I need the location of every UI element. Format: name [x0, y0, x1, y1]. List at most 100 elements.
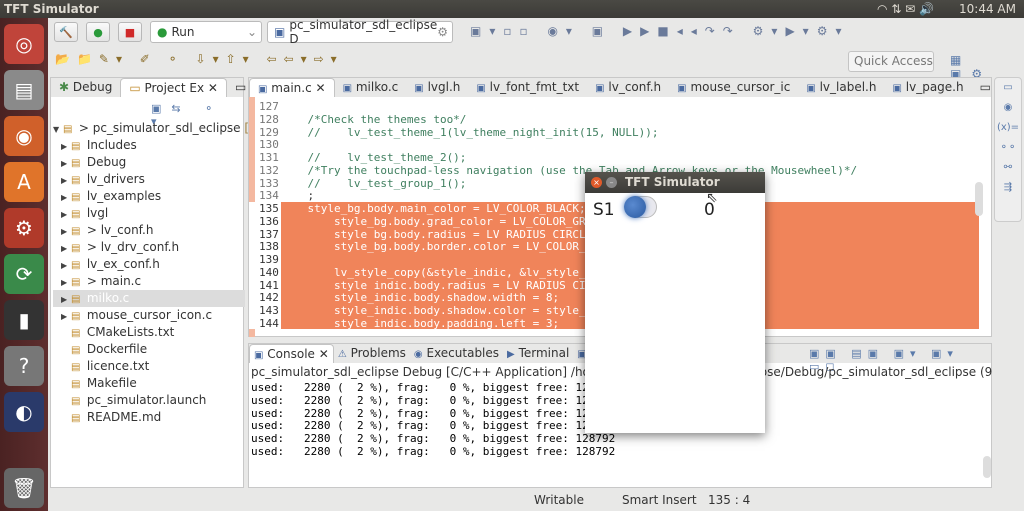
ubuntu-dash-icon[interactable]: ◎ — [4, 24, 44, 64]
terminal-icon[interactable]: ▮ — [4, 300, 44, 340]
tree-item-label: > lv_conf.h — [86, 223, 154, 237]
switch-knob[interactable] — [624, 196, 646, 218]
line-number: 128 — [259, 112, 279, 126]
console-tab[interactable]: ▶ Terminal — [503, 344, 573, 363]
expand-right-icon[interactable]: ▶ — [61, 223, 71, 240]
expand-down-icon[interactable]: ▼ — [53, 121, 63, 138]
close-icon[interactable]: ✕ — [316, 81, 326, 95]
console-tab[interactable]: ⚠ Problems — [334, 344, 410, 363]
tree-item[interactable]: ▶ ▤ mouse_cursor_icon.c — [53, 307, 245, 324]
file-icon: ▤ — [71, 260, 81, 271]
folder-icon: ▭ — [129, 81, 141, 95]
editor-tab[interactable]: ▣ lv_page.h — [884, 78, 971, 97]
file-icon: ▤ — [63, 124, 73, 135]
close-icon[interactable]: ✕ — [208, 81, 218, 95]
firefox-icon[interactable]: ◉ — [4, 116, 44, 156]
editor-tab[interactable]: ▣ lv_font_fmt_txt — [468, 78, 587, 97]
code-text: // lv_test_theme_1(lv_theme_night_init(1… — [281, 125, 659, 139]
file-icon: ▤ — [71, 311, 81, 322]
expand-right-icon[interactable]: ▶ — [61, 308, 71, 325]
tree-item[interactable]: ▶ ▤ lvgl — [53, 205, 245, 222]
stop-icon: ■ — [124, 25, 136, 39]
chevron-down-icon: ⌄ — [246, 25, 257, 39]
close-icon[interactable]: ✕ — [319, 347, 329, 361]
tree-item[interactable]: ▶ ▤ milko.c — [53, 290, 245, 307]
expand-right-icon[interactable]: ▶ — [61, 240, 71, 257]
expand-right-icon[interactable]: ▶ — [61, 257, 71, 274]
tree-item[interactable]: ▶ ▤ > lv_conf.h — [53, 222, 245, 239]
files-icon[interactable]: ▤ — [4, 70, 44, 110]
build-button[interactable]: 🔨 — [54, 22, 78, 42]
expand-right-icon[interactable]: ▶ — [61, 291, 71, 308]
line-number: 131 — [259, 151, 279, 165]
editor-tab[interactable]: ▣ lvgl.h — [406, 78, 468, 97]
update-icon[interactable]: ⟳ — [4, 254, 44, 294]
expand-right-icon[interactable]: ▶ — [61, 138, 71, 155]
editor-tab[interactable]: ▣ mouse_cursor_ic — [669, 78, 798, 97]
editor-scrollbar[interactable] — [975, 182, 983, 216]
top-panel: TFT Simulator 10:44 AM ◠ ⇅ ✉ 🔊 — [0, 0, 1024, 18]
tree-item[interactable]: ▼▤ > pc_simulator_sdl_eclipse [pc_si — [53, 120, 279, 138]
system-tray-icons[interactable]: ◠ ⇅ ✉ 🔊 — [877, 0, 934, 18]
tab-debug[interactable]: ✱ Debug — [51, 78, 120, 97]
file-icon: ▤ — [71, 413, 81, 424]
bug-icon: ✱ — [59, 80, 70, 94]
stop-button[interactable]: ■ — [118, 22, 142, 42]
tree-item[interactable]: ▶ ▤ lv_ex_conf.h — [53, 256, 245, 273]
toggle-switch[interactable] — [624, 196, 657, 218]
quick-access-input[interactable]: Quick Access — [848, 51, 934, 72]
tree-item-label: lv_ex_conf.h — [86, 257, 160, 271]
expand-right-icon[interactable]: ▶ — [61, 172, 71, 189]
expand-right-icon[interactable]: ▶ — [61, 189, 71, 206]
line-number: 133 — [259, 176, 279, 190]
console-tab[interactable]: ◉ Executables — [410, 344, 503, 363]
console-line: used: 2280 ( 2 %), frag: 0 %, biggest fr… — [251, 393, 616, 407]
tree-item[interactable]: ▶ ▤ > main.c — [53, 273, 245, 290]
code-text: style_indic.body.radius = LV_RADIUS_CIRC… — [281, 278, 619, 292]
tree-item[interactable]: ▶ ▤ lv_examples — [53, 188, 245, 205]
launch-mode-select[interactable]: ● Run ⌄ — [150, 21, 262, 43]
tree-item[interactable]: ▤ Dockerfile — [53, 341, 245, 358]
tree-item[interactable]: ▶ ▤ > lv_drv_conf.h — [53, 239, 245, 256]
console-scrollbar[interactable] — [983, 456, 991, 478]
launch-target-value: pc_simulator_sdl_eclipse D — [289, 18, 438, 46]
file-icon: ▤ — [71, 294, 81, 305]
launcher: ◎ ▤ ◉ A ⚙ ⟳ ▮ ? ◐ 🗑 — [0, 18, 48, 511]
code-text: style_bg.body.radius = LV_RADIUS_CIRCLE; — [281, 227, 599, 241]
status-writable: Writable — [534, 493, 584, 507]
tree-item[interactable]: ▶ ▤ lv_drivers — [53, 171, 245, 188]
line-number: 141 — [249, 278, 281, 292]
launch-target-select[interactable]: ▣ pc_simulator_sdl_eclipse D ⚙ — [267, 18, 453, 46]
toolbar-icons-row1[interactable]: ▣▾▫▫ ◉▾ ▣ ▶▶■◂◂↷↷ ⚙▾▶▾⚙▾ — [470, 24, 849, 38]
software-center-icon[interactable]: A — [4, 162, 44, 202]
editor-tab[interactable]: ▣ main.c ✕ — [249, 78, 335, 97]
tree-item[interactable]: ▶ ▤ Debug — [53, 154, 245, 171]
play-icon: ● — [93, 25, 103, 39]
tree-item[interactable]: ▤ Makefile — [53, 375, 245, 392]
editor-tab[interactable]: ▣ lv_conf.h — [587, 78, 669, 97]
tree-item[interactable]: ▤ pc_simulator.launch — [53, 392, 245, 409]
file-icon: ▤ — [71, 209, 81, 220]
debug-button[interactable]: ● — [86, 22, 110, 42]
help-icon[interactable]: ? — [4, 346, 44, 386]
tab-project-explorer[interactable]: ▭ Project Ex ✕ — [120, 78, 227, 97]
expand-right-icon[interactable]: ▶ — [61, 274, 71, 291]
close-icon[interactable]: × — [591, 177, 602, 188]
expand-right-icon[interactable]: ▶ — [61, 155, 71, 172]
editor-tab[interactable]: ▣ milko.c — [335, 78, 407, 97]
tree-item[interactable]: ▤ licence.txt — [53, 358, 245, 375]
editor-tab[interactable]: ▣ lv_label.h — [798, 78, 884, 97]
trash-icon[interactable]: 🗑 — [4, 468, 44, 508]
tree-item[interactable]: ▤ CMakeLists.txt — [53, 324, 245, 341]
tree-item[interactable]: ▤ README.md — [53, 409, 245, 426]
minimize-icon[interactable]: – — [606, 177, 617, 188]
tree-item-label: CMakeLists.txt — [86, 325, 175, 339]
eclipse-icon[interactable]: ◐ — [4, 392, 44, 432]
toolbar-icons-row2[interactable]: 📂📁✎▾ ✐ ⚬ ⇩▾⇧▾ ⇦⇦▾⇨▾ — [55, 52, 344, 66]
clock[interactable]: 10:44 AM — [959, 0, 1016, 18]
tree-item[interactable]: ▶ ▤ Includes — [53, 137, 245, 154]
expand-right-icon[interactable]: ▶ — [61, 206, 71, 223]
settings-icon[interactable]: ⚙ — [4, 208, 44, 248]
right-trim-stack[interactable]: ▭ ◉ (x)= ⚬⚬ ⚯ ⇶ — [994, 77, 1022, 222]
console-tab[interactable]: ▣ Console ✕ — [249, 344, 334, 363]
